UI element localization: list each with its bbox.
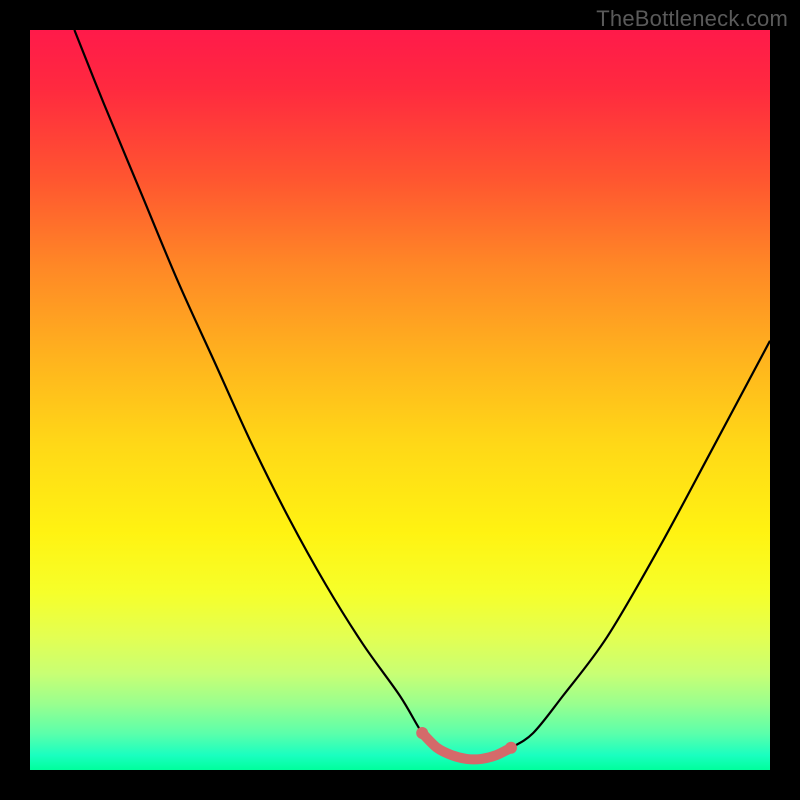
marker-bottom-band (422, 733, 511, 759)
marker-dot (416, 727, 428, 739)
bottleneck-curve (74, 30, 770, 759)
marker-dot (505, 742, 517, 754)
curve-layer (30, 30, 770, 770)
watermark-text: TheBottleneck.com (596, 6, 788, 32)
chart-plot-area (30, 30, 770, 770)
